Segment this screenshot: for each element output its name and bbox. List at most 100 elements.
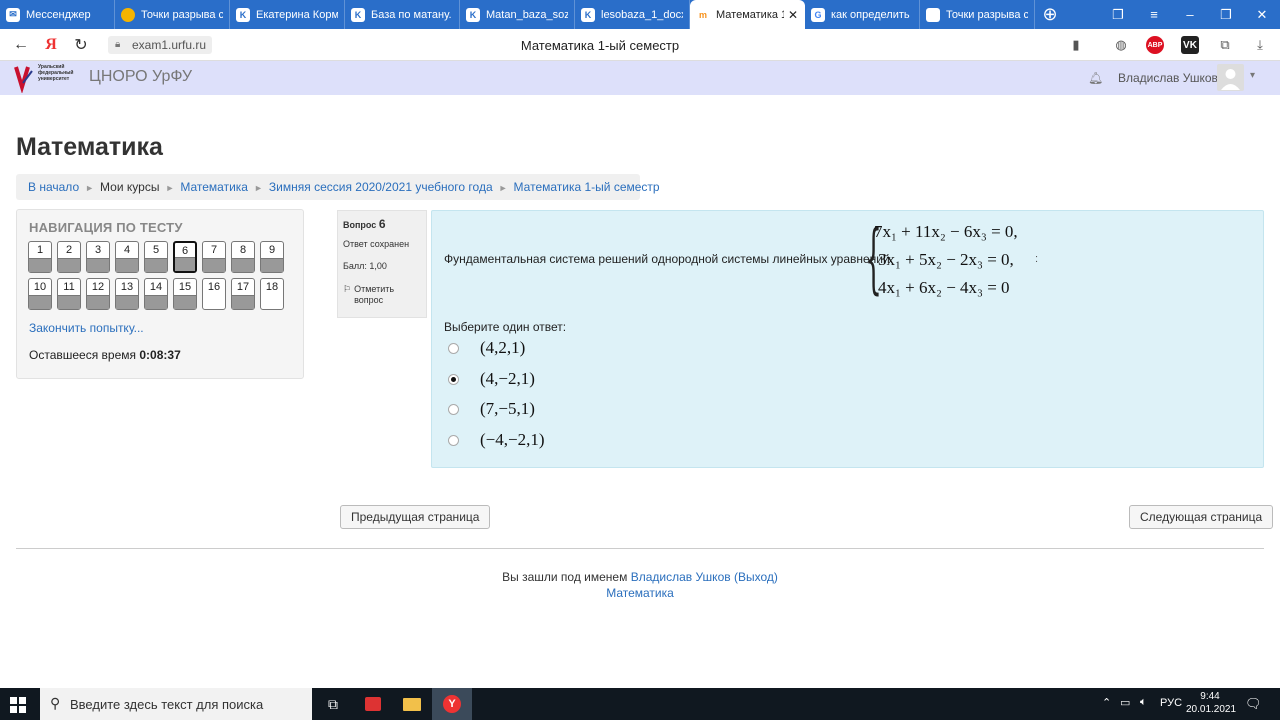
tab-3[interactable]: K Екатерина Корм (230, 0, 345, 29)
radio-button[interactable] (448, 404, 459, 415)
question-nav-button[interactable]: 13 (115, 278, 139, 310)
close-tab-icon[interactable]: ✕ (788, 8, 798, 22)
tab-4[interactable]: K База по матану. (345, 0, 460, 29)
taskbar-search-placeholder: Введите здесь текст для поиска (70, 697, 264, 712)
footer-user-link[interactable]: Владислав Ушков (631, 570, 731, 584)
answered-indicator (87, 258, 109, 272)
question-nav-number: 11 (63, 281, 75, 293)
breadcrumb-item[interactable]: Зимняя сессия 2020/2021 учебного года (269, 180, 493, 194)
question-nav-button[interactable]: 10 (28, 278, 52, 310)
taskbar-clock[interactable]: 9:44 20.01.2021 (1186, 690, 1237, 716)
urfu-logo[interactable]: Уральский федеральный университет (14, 63, 84, 94)
answer-option[interactable]: (4,2,1) (448, 338, 748, 360)
question-nav-button[interactable]: 4 (115, 241, 139, 273)
volume-icon[interactable]: 🔈︎ (1140, 696, 1147, 709)
close-window-button[interactable]: ✕ (1244, 7, 1280, 23)
next-page-button[interactable]: Следующая страница (1129, 505, 1274, 529)
search-icon: ⚲ (50, 695, 61, 711)
file-explorer-icon[interactable] (392, 688, 432, 720)
answer-option[interactable]: (4,−2,1) (448, 369, 748, 391)
radio-button[interactable] (448, 343, 459, 354)
question-nav-button[interactable]: 7 (202, 241, 226, 273)
answer-option-label[interactable]: (−4,−2,1) (480, 430, 545, 450)
flag-question-label: Отметить вопрос (354, 283, 395, 305)
site-name[interactable]: ЦНОРО УрФУ (89, 68, 192, 86)
radio-button[interactable] (448, 434, 459, 446)
globe-icon[interactable]: ◍ (1112, 36, 1130, 54)
presentation-app-icon[interactable] (353, 688, 393, 720)
avatar[interactable] (1217, 64, 1244, 91)
answered-indicator (58, 295, 80, 309)
tab-1[interactable]: ✉ Мессенджер (0, 0, 115, 29)
question-nav-button[interactable]: 1 (28, 241, 52, 273)
question-nav-button[interactable]: 9 (260, 241, 284, 273)
user-name[interactable]: Владислав Ушков (1118, 71, 1218, 85)
logout-link[interactable]: (Выход) (734, 570, 778, 584)
tabs-overview-icon[interactable]: ❐ (1100, 7, 1136, 23)
answer-option-label[interactable]: (4,2,1) (480, 338, 525, 358)
tab-label: Мессенджер (26, 8, 91, 21)
notifications-icon[interactable]: 🗨︎ (1245, 696, 1262, 712)
tab-7[interactable]: m Математика 1 ✕ (690, 0, 805, 29)
chevron-down-icon[interactable]: ▾ (1250, 70, 1255, 81)
question-nav-button[interactable]: 2 (57, 241, 81, 273)
taskbar-search-field[interactable]: ⚲ Введите здесь текст для поиска (40, 688, 312, 720)
yandex-browser-taskbar-icon[interactable]: Y (432, 688, 472, 720)
tray-chevron-icon[interactable]: ⌃ (1102, 696, 1111, 709)
breadcrumb-item[interactable]: Математика (180, 180, 248, 194)
page-heading: Математика (16, 133, 163, 161)
tab-label: Екатерина Корм (256, 8, 338, 21)
time-remaining-label: Оставшееся время (29, 348, 137, 362)
restore-button[interactable]: ❐ (1208, 7, 1244, 23)
question-nav-button[interactable]: 14 (144, 278, 168, 310)
tab-label: Точки разрыва с (946, 8, 1028, 21)
question-nav-button[interactable]: 17 (231, 278, 255, 310)
tab-2[interactable]: Точки разрыва с (115, 0, 230, 29)
logo-text: Уральский федеральный университет (38, 64, 74, 82)
answer-option[interactable]: (7,−5,1) (448, 399, 748, 421)
extensions-icon[interactable]: ⧉ (1216, 36, 1234, 54)
flag-question-button[interactable]: ⚐ Отметить вопрос (343, 284, 421, 307)
footer-course-link[interactable]: Математика (606, 586, 674, 600)
minimize-button[interactable]: – (1172, 7, 1208, 22)
network-icon[interactable]: ▭ (1120, 696, 1130, 709)
tab-label: Точки разрыва с (141, 8, 223, 21)
notification-bell-icon[interactable]: 🔔︎ (1088, 71, 1103, 85)
question-nav-button[interactable]: 8 (231, 241, 255, 273)
menu-icon[interactable]: ≡ (1136, 7, 1172, 22)
question-nav-button[interactable]: 16 (202, 278, 226, 310)
question-nav-button[interactable]: 18 (260, 278, 284, 310)
question-nav-button[interactable]: 6 (173, 241, 197, 273)
adblock-icon[interactable]: ABP (1146, 36, 1164, 54)
language-indicator[interactable]: РУС (1160, 697, 1182, 709)
question-number: 6 (378, 217, 386, 231)
answer-option-label[interactable]: (7,−5,1) (480, 399, 535, 419)
new-tab-button[interactable]: ⊕ (1035, 4, 1065, 25)
time-remaining-value: 0:08:37 (139, 348, 181, 362)
finish-attempt-link[interactable]: Закончить попытку... (29, 321, 144, 335)
tab-6[interactable]: Klesobaza_1_docx (575, 0, 690, 29)
question-nav-button[interactable]: 15 (173, 278, 197, 310)
page-title-text: Математика 1-ый семестр (520, 38, 680, 53)
answer-option[interactable]: (−4,−2,1) (448, 430, 748, 452)
vk-extension-icon[interactable]: VK (1181, 36, 1199, 54)
tab-5[interactable]: K Matan_baza_sozc (460, 0, 575, 29)
question-nav-button[interactable]: 3 (86, 241, 110, 273)
question-nav-button[interactable]: 12 (86, 278, 110, 310)
previous-page-button[interactable]: Предыдущая страница (340, 505, 491, 529)
task-view-icon[interactable]: ⧉ (313, 688, 353, 720)
windows-start-icon[interactable] (10, 697, 26, 713)
bookmark-icon[interactable]: ▮ (1067, 36, 1085, 54)
breadcrumb-item[interactable]: Математика 1-ый семестр (514, 180, 660, 194)
radio-button[interactable] (448, 373, 459, 385)
question-text: Фундаментальная система решений однородн… (444, 252, 890, 266)
tab-8[interactable]: Gкак определить (805, 0, 920, 29)
tab-9[interactable]: Точки разрыва с (920, 0, 1035, 29)
download-icon[interactable]: ⤓ (1251, 36, 1269, 54)
answered-indicator (174, 295, 196, 309)
question-nav-button[interactable]: 5 (144, 241, 168, 273)
clock-date: 20.01.2021 (1186, 704, 1237, 715)
breadcrumb-item[interactable]: В начало (28, 180, 79, 194)
answer-option-label[interactable]: (4,−2,1) (480, 369, 535, 389)
question-nav-button[interactable]: 11 (57, 278, 81, 310)
